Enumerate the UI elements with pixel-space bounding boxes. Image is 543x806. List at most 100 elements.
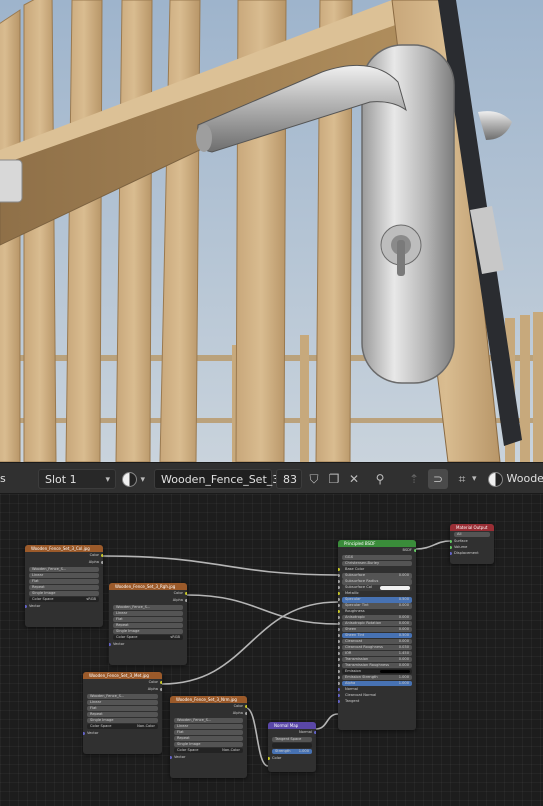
material-output-node[interactable]: Material Output All Surface Volume Displ… <box>450 524 494 564</box>
color-space-field[interactable]: Color Space sRGB <box>29 597 99 602</box>
input-displacement[interactable]: Displacement <box>450 550 494 556</box>
socket[interactable] <box>338 586 340 590</box>
socket[interactable] <box>245 712 247 715</box>
bsdf-input-sheen[interactable]: Sheen 0.000 <box>338 626 412 633</box>
socket[interactable] <box>314 731 316 734</box>
socket[interactable] <box>450 552 452 555</box>
socket[interactable] <box>101 561 103 564</box>
socket[interactable] <box>338 658 340 662</box>
socket[interactable] <box>185 592 187 595</box>
input-vector[interactable]: Vector <box>170 754 247 761</box>
user-count-button[interactable]: 83 <box>276 469 302 489</box>
bsdf-input-base-color[interactable]: Base Color <box>338 567 412 573</box>
node-header[interactable]: Material Output <box>450 524 494 531</box>
node-header[interactable]: Normal Map <box>268 722 316 729</box>
image-selector[interactable]: Wooden_Fence_S... <box>174 718 243 723</box>
projection-dropdown[interactable]: Flat <box>29 579 99 584</box>
extension-dropdown[interactable]: Repeat <box>174 736 243 741</box>
bsdf-input-transmission[interactable]: Transmission 0.000 <box>338 656 412 663</box>
shield-icon[interactable]: ⛉ <box>304 469 324 489</box>
socket[interactable] <box>450 546 452 549</box>
image-texture-node-normal[interactable]: Wooden_Fence_Set_3_Nrm.jpg Color Alpha W… <box>170 696 247 778</box>
socket[interactable] <box>450 540 452 543</box>
image-texture-node-metallic[interactable]: Wooden_Fence_Set_3_Met.jpg Color Alpha W… <box>83 672 162 754</box>
bsdf-input-normal[interactable]: Normal <box>338 687 412 693</box>
output-color[interactable]: Color <box>83 679 162 686</box>
input-vector[interactable]: Vector <box>109 641 187 648</box>
socket[interactable] <box>338 622 340 626</box>
material-browse-button[interactable]: ▾ <box>122 469 152 489</box>
source-dropdown[interactable]: Single Image <box>87 718 158 723</box>
socket[interactable] <box>338 628 340 632</box>
target-dropdown[interactable]: All <box>454 532 490 537</box>
image-texture-node-color[interactable]: Wooden_Fence_Set_3_Col.jpg Color Alpha W… <box>25 545 103 627</box>
material-name-field[interactable]: Wooden_Fence_Set_3 <box>154 469 279 489</box>
bsdf-input-metallic[interactable]: Metallic <box>338 591 412 597</box>
bsdf-input-clearcoat[interactable]: Clearcoat 0.000 <box>338 638 412 645</box>
bsdf-input-sheen-tint[interactable]: Sheen Tint 0.500 <box>338 632 412 639</box>
color-space-field[interactable]: Color Space Non-Color <box>87 724 158 729</box>
socket[interactable] <box>338 652 340 656</box>
bsdf-input-tangent[interactable]: Tangent <box>338 699 412 705</box>
right-material-selector[interactable]: Woode <box>488 469 543 489</box>
color-space-field[interactable]: Color Space Non-Color <box>174 748 243 753</box>
close-icon[interactable]: ✕ <box>344 469 364 489</box>
socket[interactable] <box>338 580 340 584</box>
normal-map-node[interactable]: Normal Map Normal Tangent Space Strength… <box>268 722 316 772</box>
color-swatch[interactable] <box>380 585 410 590</box>
snap-icon[interactable]: ⊃ <box>428 469 448 489</box>
node-header[interactable]: Wooden_Fence_Set_3_Nrm.jpg <box>170 696 247 703</box>
output-color[interactable]: Color <box>109 590 187 597</box>
socket[interactable] <box>338 610 340 614</box>
projection-dropdown[interactable]: Flat <box>174 730 243 735</box>
parent-node-tree-icon[interactable]: ⇡ <box>404 469 424 489</box>
output-alpha[interactable]: Alpha <box>109 597 187 604</box>
subsurface-method-dropdown[interactable]: Christensen-Burley <box>342 561 412 566</box>
socket[interactable] <box>338 670 340 674</box>
color-space-field[interactable]: Color Space sRGB <box>113 635 183 640</box>
socket[interactable] <box>338 568 340 572</box>
bsdf-input-subsurface-radius[interactable]: Subsurface Radius <box>338 578 412 585</box>
node-header[interactable]: Wooden_Fence_Set_3_Rgh.jpg <box>109 583 187 590</box>
socket[interactable] <box>160 688 162 691</box>
image-selector[interactable]: Wooden_Fence_S... <box>87 694 158 699</box>
socket[interactable] <box>338 598 340 602</box>
distribution-dropdown[interactable]: GGX <box>342 555 412 560</box>
projection-dropdown[interactable]: Flat <box>87 706 158 711</box>
socket[interactable] <box>414 549 416 552</box>
pin-icon[interactable]: ⚲ <box>370 469 390 489</box>
socket[interactable] <box>338 640 340 644</box>
socket[interactable] <box>109 643 111 646</box>
socket[interactable] <box>338 616 340 620</box>
input-vector[interactable]: Vector <box>83 730 162 737</box>
snap-grid-icon[interactable]: ⌗ <box>452 469 472 489</box>
bsdf-input-anisotropic-rotation[interactable]: Anisotropic Rotation 0.000 <box>338 620 412 627</box>
socket[interactable] <box>338 646 340 650</box>
extension-dropdown[interactable]: Repeat <box>113 623 183 628</box>
strength-field[interactable]: Strength 1.000 <box>272 749 312 754</box>
interpolation-dropdown[interactable]: Linear <box>174 724 243 729</box>
input-vector[interactable]: Vector <box>25 603 103 610</box>
output-color[interactable]: Color <box>25 552 103 559</box>
output-alpha[interactable]: Alpha <box>83 686 162 693</box>
extension-dropdown[interactable]: Repeat <box>29 585 99 590</box>
socket[interactable] <box>338 676 340 680</box>
bsdf-input-transmission-roughness[interactable]: Transmission Roughness 0.000 <box>338 662 412 669</box>
socket[interactable] <box>338 592 340 596</box>
extension-dropdown[interactable]: Repeat <box>87 712 158 717</box>
color-swatch[interactable] <box>380 669 410 674</box>
socket[interactable] <box>245 705 247 708</box>
source-dropdown[interactable]: Single Image <box>174 742 243 747</box>
bsdf-input-specular-tint[interactable]: Specular Tint 0.000 <box>338 602 412 609</box>
node-header[interactable]: Wooden_Fence_Set_3_Met.jpg <box>83 672 162 679</box>
bsdf-input-ior[interactable]: IOR 1.450 <box>338 650 412 657</box>
socket[interactable] <box>83 732 85 735</box>
bsdf-input-alpha[interactable]: Alpha 1.000 <box>338 680 412 687</box>
output-alpha[interactable]: Alpha <box>25 559 103 566</box>
socket[interactable] <box>160 681 162 684</box>
bsdf-input-roughness[interactable]: Roughness <box>338 609 412 615</box>
image-selector[interactable]: Wooden_Fence_S... <box>113 605 183 610</box>
socket[interactable] <box>338 604 340 608</box>
image-selector[interactable]: Wooden_Fence_S... <box>29 567 99 572</box>
output-color[interactable]: Color <box>170 703 247 710</box>
